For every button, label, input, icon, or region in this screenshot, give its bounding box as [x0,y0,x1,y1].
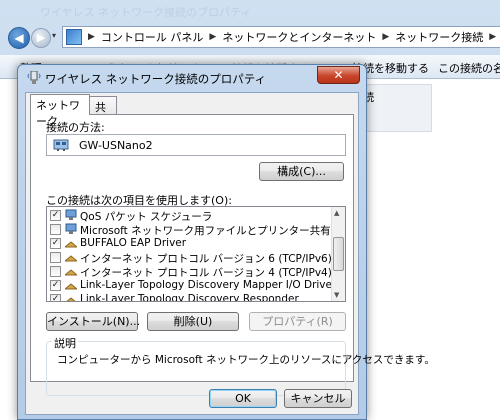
install-button[interactable]: インストール(N)... [46,312,140,331]
list-item[interactable]: インターネット プロトコル バージョン 4 (TCP/IPv4) [47,265,333,279]
network-service-icon [65,209,77,220]
protocol-icon [65,255,77,262]
breadcrumb-separator-icon[interactable]: ▶ [489,32,496,42]
item-checkbox[interactable]: ✓ [50,294,61,302]
check-mark-icon: ✓ [51,210,60,220]
items-list[interactable]: ✓ QoS パケット スケジューラ Microsoft ネットワーク用ファイルと… [46,206,346,302]
protocol-icon [65,269,77,276]
list-item[interactable]: ✓ Link-Layer Topology Discovery Responde… [47,293,333,302]
description-group: 説明 コンピューターから Microsoft ネットワーク上のリソースにアクセス… [46,335,435,396]
item-checkbox[interactable] [50,224,61,235]
check-mark-icon: ✓ [51,280,60,290]
item-label: Link-Layer Topology Discovery Mapper I/O… [80,279,337,291]
description-title: 説明 [52,335,78,351]
ok-button[interactable]: OK [209,389,277,408]
item-label: BUFFALO EAP Driver [80,237,187,249]
protocol-icon [65,283,77,290]
properties-dialog: ワイヤレス ネットワーク接続のプロパティ ✕ ネットワーク 共有 接続の方法: … [17,64,435,420]
breadcrumb-separator-icon[interactable]: ▶ [209,32,216,42]
list-item[interactable]: ✓ BUFFALO EAP Driver [47,237,333,251]
breadcrumb-network-internet[interactable]: ネットワークとインターネット [222,29,376,45]
breadcrumb-separator-icon[interactable]: ▶ [88,32,95,42]
breadcrumb-control-panel[interactable]: コントロール パネル [101,29,204,45]
address-bar[interactable]: ▶ コントロール パネル ▶ ネットワークとインターネット ▶ ネットワーク接続… [62,26,500,48]
configure-button[interactable]: 構成(C)... [259,162,344,181]
cancel-button[interactable]: キャンセル [284,389,352,408]
item-checkbox[interactable] [50,252,61,263]
list-item[interactable]: インターネット プロトコル バージョン 6 (TCP/IPv6) [47,251,333,265]
item-checkbox[interactable]: ✓ [50,210,61,221]
adapter-field: GW-USNano2 [46,134,346,156]
item-label: インターネット プロトコル バージョン 4 (TCP/IPv4) [80,267,332,279]
tab-network[interactable]: ネットワーク [30,94,90,128]
check-mark-icon: ✓ [51,294,60,302]
protocol-icon [66,297,76,301]
rename-connection-button[interactable]: この接続の名前 [438,60,500,76]
scroll-up-icon[interactable]: ▲ [334,209,339,217]
check-mark-icon: ✓ [51,238,60,248]
item-label: Link-Layer Topology Discovery Responder [80,293,299,302]
back-button[interactable]: ◀ [8,27,30,49]
description-text: コンピューターから Microsoft ネットワーク上のリソースにアクセスできま… [57,354,435,366]
network-adapter-icon [27,71,41,84]
item-checkbox[interactable]: ✓ [50,238,61,249]
explorer-faded-title: ワイヤレス ネットワーク接続のプロパティ [40,6,252,19]
network-tab-panel: 接続の方法: GW-USNano2 構成(C)... この接続は次の項目を使用し… [30,114,435,396]
dialog-title: ワイヤレス ネットワーク接続のプロパティ [45,72,267,86]
control-panel-icon [66,29,82,45]
item-checkbox[interactable] [50,266,61,277]
properties-button[interactable]: プロパティ(R) [249,312,346,331]
list-scrollbar[interactable]: ▲ ▼ [331,207,345,301]
scroll-down-icon[interactable]: ▼ [334,291,339,299]
scrollbar-thumb[interactable] [333,237,344,271]
item-checkbox[interactable]: ✓ [50,280,61,291]
protocol-icon [65,241,77,248]
network-service-icon [65,223,77,234]
item-label: インターネット プロトコル バージョン 6 (TCP/IPv6) [80,253,332,265]
close-button[interactable]: ✕ [317,66,360,84]
breadcrumb-network-connections[interactable]: ネットワーク接続 [395,29,483,45]
item-label: QoS パケット スケジューラ [80,211,213,223]
tab-sharing[interactable]: 共有 [89,96,117,130]
uninstall-button[interactable]: 削除(U) [147,312,239,331]
network-adapter-icon [53,139,69,151]
forward-button[interactable]: ▶ [31,28,51,48]
history-dropdown-icon[interactable]: ▾ [52,31,56,40]
list-item[interactable]: Microsoft ネットワーク用ファイルとプリンター共有 [47,223,333,237]
dialog-client-area: ネットワーク 共有 接続の方法: GW-USNano2 構成(C)... この接… [25,92,435,415]
list-item[interactable]: ✓ Link-Layer Topology Discovery Mapper I… [47,279,337,293]
adapter-name: GW-USNano2 [79,139,153,152]
list-item[interactable]: ✓ QoS パケット スケジューラ [47,209,333,223]
breadcrumb-separator-icon[interactable]: ▶ [382,32,389,42]
item-label: Microsoft ネットワーク用ファイルとプリンター共有 [80,225,331,237]
